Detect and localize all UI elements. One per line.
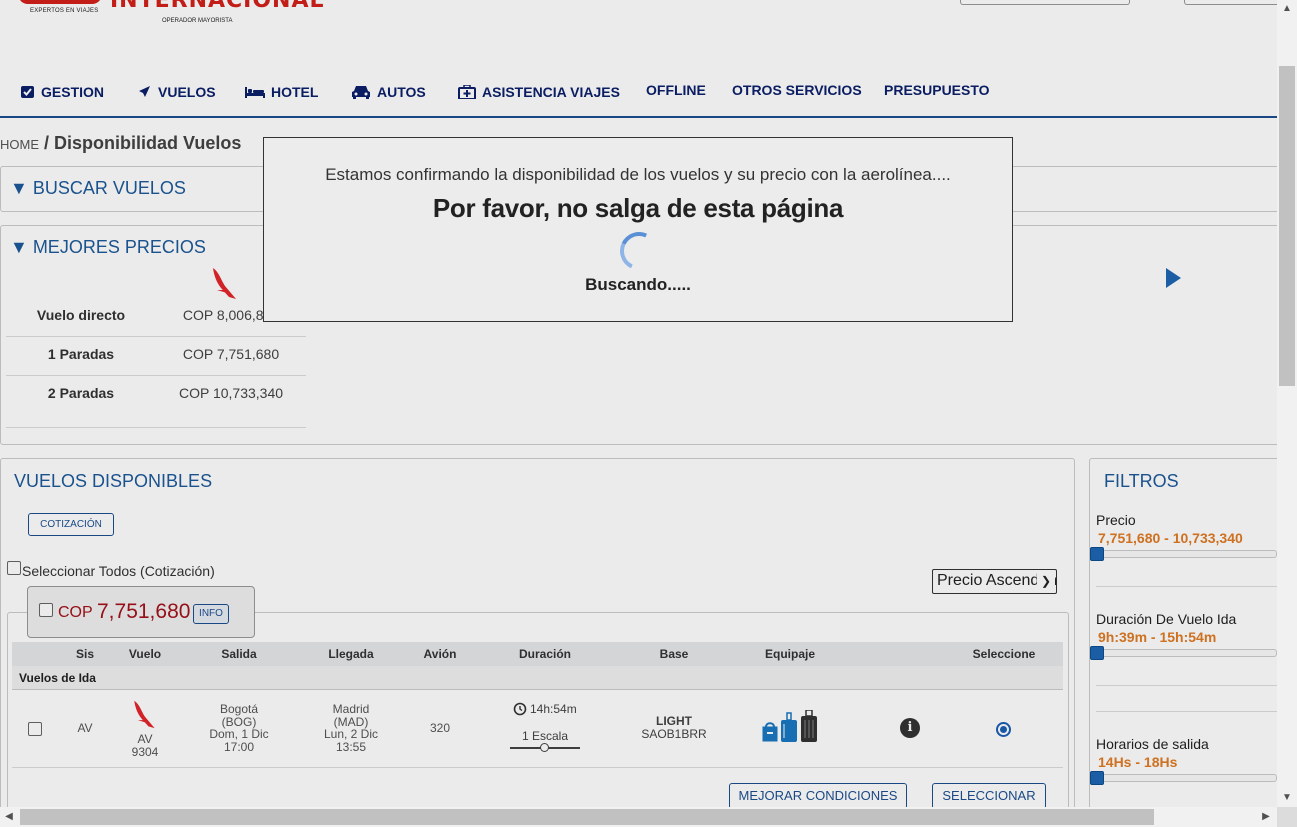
scroll-up-icon[interactable]: ▲ xyxy=(1277,0,1297,18)
horizontal-scroll-thumb[interactable] xyxy=(20,809,1154,825)
loading-message: Estamos confirmando la disponibilidad de… xyxy=(325,165,951,184)
vertical-scroll-thumb[interactable] xyxy=(1279,66,1295,386)
scroll-right-icon[interactable]: ▶ xyxy=(1257,807,1275,827)
loading-modal: Estamos confirmando la disponibilidad de… xyxy=(263,137,1013,322)
horizontal-scrollbar[interactable]: ◀ ▶ xyxy=(0,807,1277,827)
spinner-icon xyxy=(614,226,664,276)
loading-title: Por favor, no salga de esta página xyxy=(432,193,844,223)
vertical-scrollbar[interactable]: ▲ ▼ xyxy=(1277,0,1297,807)
modal-backdrop xyxy=(0,0,1277,807)
loading-status: Buscando..... xyxy=(585,275,691,294)
scroll-left-icon[interactable]: ◀ xyxy=(0,807,18,827)
page: EXPERTOS EN VIAJES INTERNACIONAL OPERADO… xyxy=(0,0,1277,807)
scrollbar-corner xyxy=(1277,807,1297,827)
scroll-down-icon[interactable]: ▼ xyxy=(1277,789,1297,807)
